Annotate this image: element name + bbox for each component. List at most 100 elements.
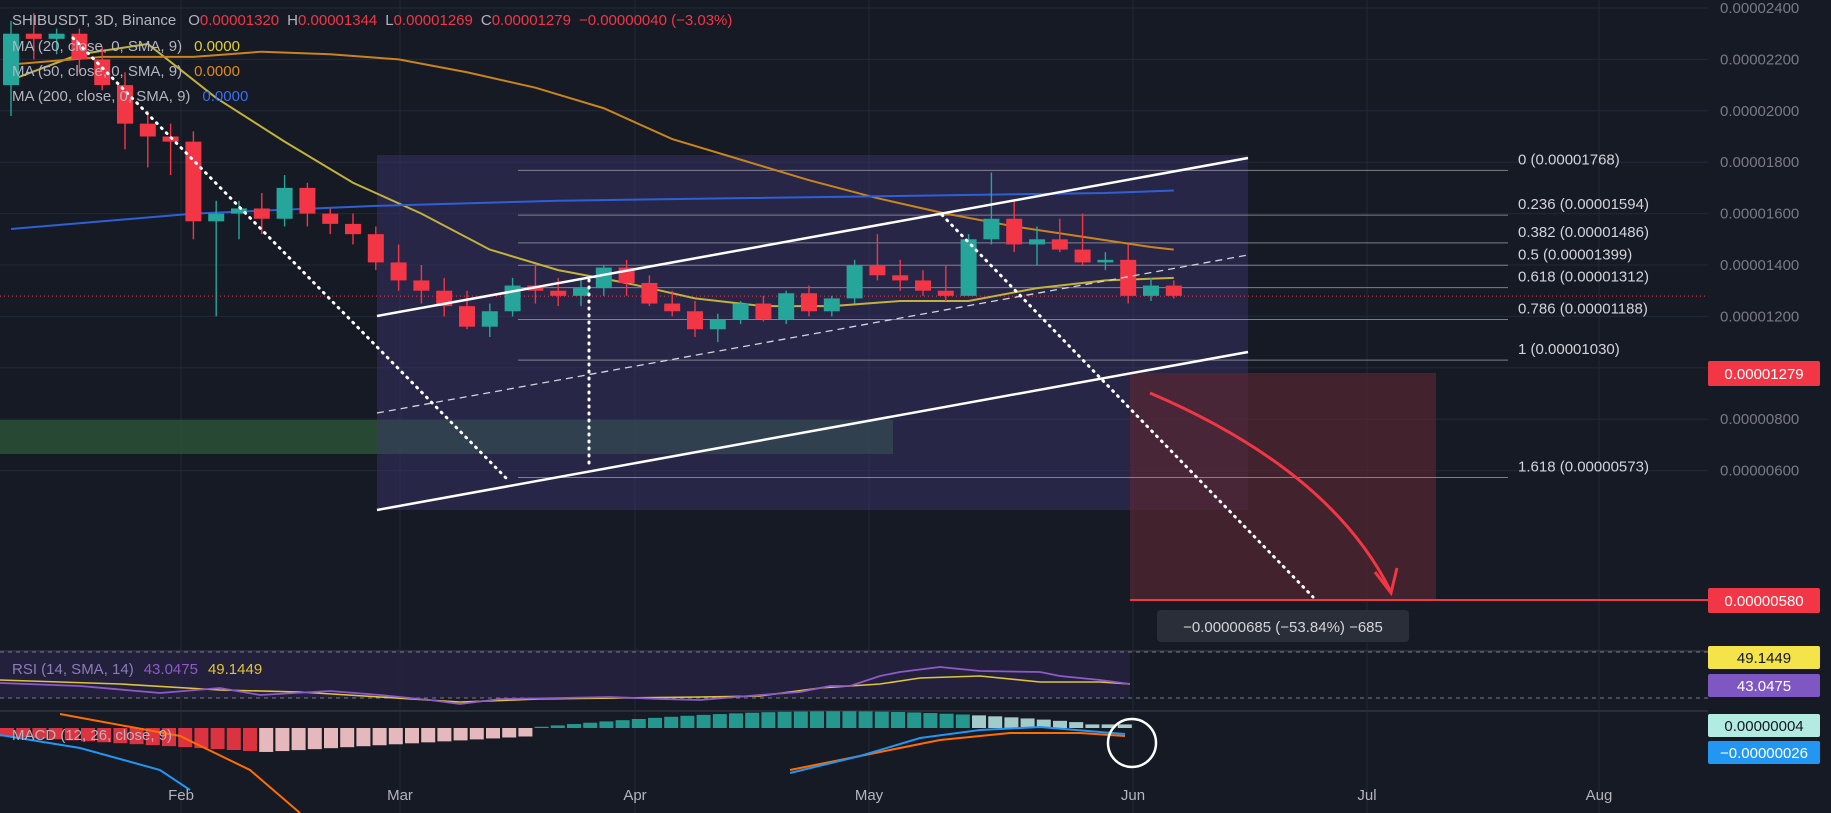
candle-body bbox=[139, 123, 156, 137]
macd-histogram-bar bbox=[599, 721, 614, 728]
y-tick-label: 0.00000800 bbox=[1720, 411, 1799, 428]
svg-text:0.00001279: 0.00001279 bbox=[1724, 366, 1803, 383]
macd-histogram-bar bbox=[712, 714, 727, 728]
macd-histogram-bar bbox=[388, 728, 403, 745]
y-tick-label: 0.00001800 bbox=[1720, 154, 1799, 171]
macd-histogram-bar bbox=[324, 728, 338, 749]
x-tick-label: Feb bbox=[168, 787, 194, 804]
x-tick-label: Aug bbox=[1586, 787, 1613, 804]
candle-body bbox=[390, 262, 407, 281]
macd-histogram-bar bbox=[955, 714, 970, 728]
candle-body bbox=[869, 265, 886, 276]
fib-label-6: 1 (0.00001030) bbox=[1518, 341, 1620, 358]
symbol-title: SHIBUSDT, 3D, Binance bbox=[12, 12, 176, 29]
macd-histogram-bar bbox=[988, 716, 1003, 728]
macd-histogram-bar bbox=[243, 728, 257, 751]
macd-histogram-bar bbox=[874, 711, 889, 728]
candle-body bbox=[322, 213, 339, 224]
macd-histogram-bar bbox=[842, 711, 857, 728]
macd-histogram-bar bbox=[826, 711, 841, 728]
macd-histogram-bar bbox=[793, 711, 808, 728]
macd-histogram-bar bbox=[1085, 724, 1100, 728]
fib-label-5: 0.786 (0.00001188) bbox=[1518, 300, 1648, 317]
svg-text:SHIBUSDT, 3D, BinanceO0.000013: SHIBUSDT, 3D, Binance O0.00001320 H0.00001… bbox=[12, 12, 732, 29]
macd-histogram-bar bbox=[891, 711, 905, 728]
svg-text:0.00000580: 0.00000580 bbox=[1724, 593, 1803, 610]
candle-body bbox=[641, 282, 658, 304]
macd-histogram-bar bbox=[680, 715, 695, 728]
macd-histogram-bar bbox=[567, 724, 581, 728]
candle-body bbox=[481, 311, 498, 327]
candle-body bbox=[276, 187, 293, 219]
candle-body bbox=[459, 306, 475, 327]
macd-histogram-bar bbox=[534, 726, 549, 728]
y-tick-label: 0.00001200 bbox=[1720, 308, 1799, 325]
candle-body bbox=[413, 280, 430, 291]
x-tick-label: Jul bbox=[1357, 787, 1376, 804]
macd-histogram-bar bbox=[275, 728, 290, 752]
macd-histogram-bar bbox=[340, 728, 355, 748]
candle-body bbox=[299, 187, 316, 214]
macd-histogram-bar bbox=[550, 725, 565, 728]
macd-histogram-bar bbox=[469, 728, 484, 740]
macd-histogram-bar bbox=[907, 712, 922, 728]
macd-histogram-bar bbox=[1069, 722, 1084, 728]
macd-histogram-bar bbox=[761, 712, 776, 728]
candle-body bbox=[550, 290, 567, 296]
candle-body bbox=[983, 218, 1000, 240]
candle-body bbox=[253, 208, 270, 219]
macd-histogram-bar bbox=[226, 728, 241, 751]
candle-body bbox=[937, 290, 954, 296]
svg-text:49.1449: 49.1449 bbox=[1737, 650, 1791, 667]
candle-body bbox=[1097, 259, 1114, 263]
macd-histogram-bar bbox=[631, 718, 646, 728]
y-tick-label: 0.00002200 bbox=[1720, 51, 1799, 68]
candle-body bbox=[755, 303, 772, 319]
candle-body bbox=[801, 293, 817, 312]
macd-histogram-bar bbox=[583, 722, 598, 728]
candle-body bbox=[846, 265, 863, 299]
candle-body bbox=[1006, 218, 1023, 245]
macd-histogram-bar bbox=[372, 728, 387, 746]
macd-histogram-bar bbox=[356, 728, 371, 747]
macd-histogram-bar bbox=[1053, 720, 1067, 728]
macd-histogram-bar bbox=[729, 713, 743, 728]
macd-hist-badge: 0.00000004 bbox=[1708, 714, 1820, 737]
macd-histogram-bar bbox=[1004, 717, 1019, 728]
macd-histogram-bar bbox=[810, 711, 824, 728]
macd-histogram-bar bbox=[648, 717, 662, 728]
y-tick-label: 0.00002400 bbox=[1720, 0, 1799, 17]
macd-histogram-bar bbox=[518, 728, 533, 737]
x-tick-label: Jun bbox=[1121, 787, 1145, 804]
fib-label-3: 0.5 (0.00001399) bbox=[1518, 246, 1632, 263]
ma50-legend: MA (50, close, 0, SMA, 9) 0.0000 bbox=[12, 63, 240, 80]
candle-body bbox=[1074, 249, 1091, 263]
ma200-legend: MA (200, close, 0, SMA, 9) 0.0000 bbox=[12, 88, 248, 105]
macd-histogram-bar bbox=[858, 711, 873, 728]
target-price-badge: 0.00000580 bbox=[1708, 588, 1820, 613]
chart-canvas[interactable]: 0 (0.00001768) 0.236 (0.00001594) 0.382 (0… bbox=[0, 0, 1831, 813]
x-tick-label: Mar bbox=[387, 787, 413, 804]
macd-value-badge: −0.00000026 bbox=[1708, 741, 1820, 764]
rsi-badge: 43.0475 bbox=[1708, 674, 1820, 697]
current-price-badge: 0.00001279 bbox=[1708, 361, 1820, 386]
macd-histogram-bar bbox=[745, 712, 760, 728]
macd-histogram-bar bbox=[696, 714, 711, 728]
candle-body bbox=[960, 239, 977, 296]
candle-body bbox=[1051, 239, 1068, 250]
macd-histogram-bar bbox=[615, 720, 630, 728]
macd-legend: MACD (12, 26, close, 9) bbox=[12, 727, 172, 744]
measure-label: −0.00000685 (−53.84%) −685 bbox=[1157, 610, 1409, 642]
svg-text:−0.00000026: −0.00000026 bbox=[1720, 745, 1808, 762]
macd-histogram-bar bbox=[291, 728, 306, 751]
candle-body bbox=[1165, 285, 1182, 296]
fib-label-0: 0 (0.00001768) bbox=[1518, 151, 1620, 168]
candle-body bbox=[892, 275, 909, 281]
macd-histogram-bar bbox=[421, 728, 436, 743]
macd-histogram-bar bbox=[259, 728, 274, 752]
svg-text:43.0475: 43.0475 bbox=[1737, 678, 1791, 695]
candle-body bbox=[573, 288, 589, 296]
candle-body bbox=[595, 267, 612, 289]
macd-histogram-bar bbox=[307, 728, 322, 750]
candle-body bbox=[367, 234, 384, 263]
